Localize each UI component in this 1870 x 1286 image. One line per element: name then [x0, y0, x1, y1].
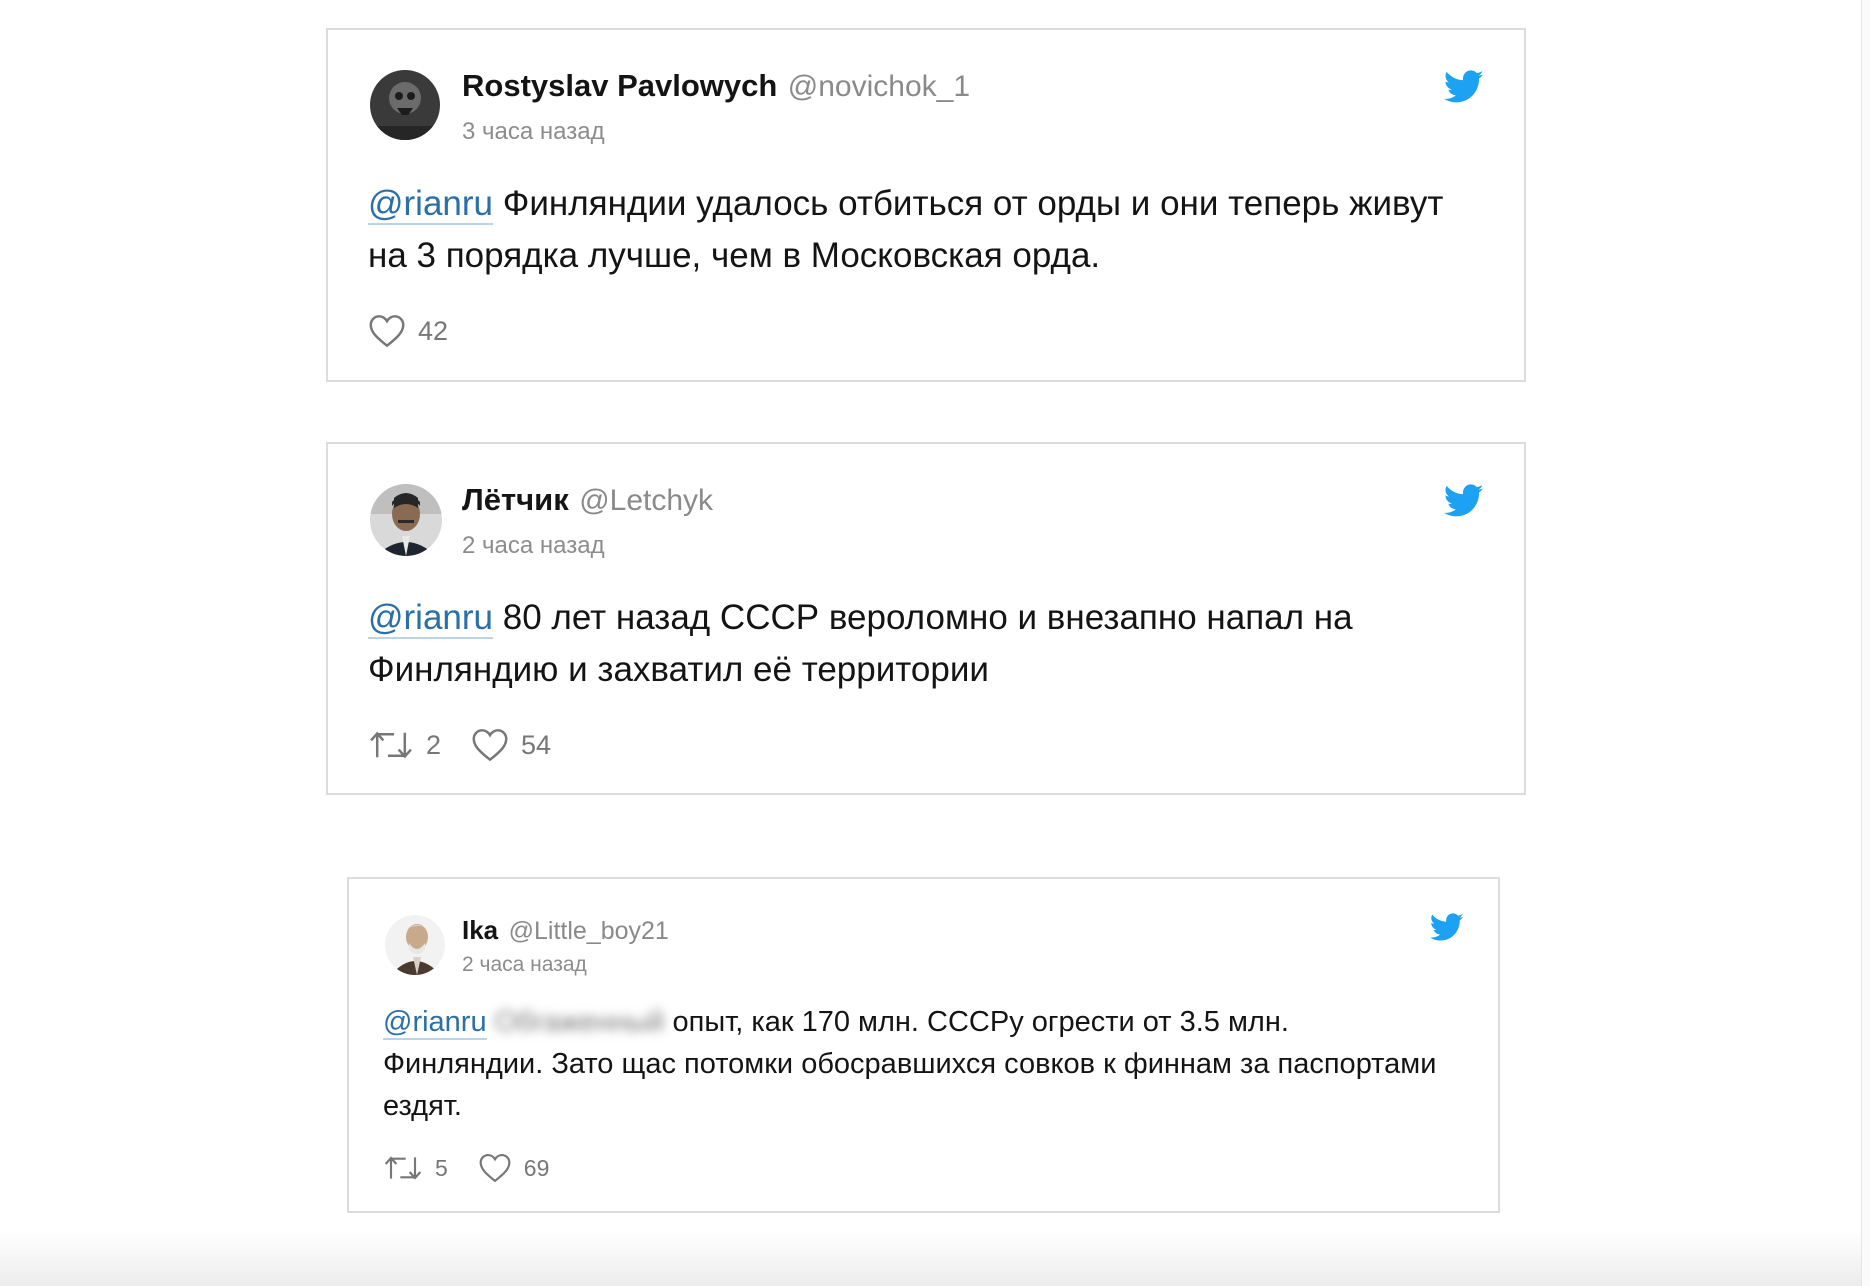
like-button[interactable]: 42	[368, 314, 448, 348]
like-button[interactable]: 69	[478, 1153, 550, 1183]
tweet-author: Ika @Little_boy21	[462, 915, 669, 946]
retweet-icon	[370, 731, 412, 759]
heart-icon	[369, 315, 405, 348]
tweet-author: Лётчик @Letchyk	[462, 482, 713, 518]
retweet-icon	[384, 1156, 422, 1180]
page: Rostyslav Pavlowych @novichok_1 3 часа н…	[0, 0, 1870, 1286]
tweet-actions: 5 69	[383, 1153, 579, 1183]
heart-icon	[479, 1153, 511, 1183]
like-count: 54	[521, 729, 552, 760]
like-count: 42	[418, 315, 449, 346]
avatar[interactable]	[370, 484, 442, 556]
bottom-shade	[0, 1232, 1870, 1286]
avatar[interactable]	[385, 915, 445, 975]
author-name[interactable]: Rostyslav Pavlowych	[462, 68, 777, 103]
twitter-bird-icon[interactable]	[1444, 484, 1484, 518]
tweet-author: Rostyslav Pavlowych @novichok_1	[462, 68, 970, 104]
author-name[interactable]: Ika	[462, 915, 498, 945]
tweet-timestamp[interactable]: 2 часа назад	[462, 532, 605, 560]
avatar[interactable]	[370, 70, 440, 140]
author-handle[interactable]: @Little_boy21	[509, 917, 669, 945]
tweet-timestamp[interactable]: 3 часа назад	[462, 118, 605, 146]
twitter-bird-icon[interactable]	[1430, 913, 1464, 942]
tweet-card: Лётчик @Letchyk 2 часа назад @rianru 80 …	[326, 442, 1526, 795]
tweet-card: Rostyslav Pavlowych @novichok_1 3 часа н…	[326, 28, 1526, 382]
heart-icon	[472, 729, 508, 762]
tweet-actions: 42	[368, 314, 478, 348]
like-count: 69	[523, 1154, 550, 1181]
tweet-body: 80 лет назад СССР вероломно и внезапно н…	[368, 598, 1353, 689]
tweet-text: @rianru Финляндии удалось отбиться от ор…	[368, 178, 1478, 282]
author-handle[interactable]: @Letchyk	[579, 484, 713, 517]
mention-link[interactable]: @rianru	[383, 1006, 487, 1040]
retweet-button[interactable]: 2	[368, 729, 441, 761]
mention-link[interactable]: @rianru	[368, 184, 494, 225]
retweet-button[interactable]: 5	[383, 1154, 448, 1182]
retweet-count: 2	[426, 729, 442, 760]
tweet-text: @rianru Обгаженный опыт, как 170 млн. СС…	[383, 1001, 1443, 1127]
mention-link[interactable]: @rianru	[368, 598, 494, 639]
retweet-count: 5	[435, 1154, 448, 1181]
like-button[interactable]: 54	[471, 728, 551, 762]
tweet-text: @rianru 80 лет назад СССР вероломно и вн…	[368, 592, 1478, 696]
blurred-word: Обгаженный	[494, 1006, 665, 1038]
scrollbar-track[interactable]	[1861, 0, 1870, 1286]
author-handle[interactable]: @novichok_1	[788, 70, 970, 103]
twitter-bird-icon[interactable]	[1444, 70, 1484, 104]
author-name[interactable]: Лётчик	[462, 482, 569, 517]
tweet-timestamp[interactable]: 2 часа назад	[462, 953, 587, 977]
tweet-card: Ika @Little_boy21 2 часа назад @rianru О…	[347, 877, 1500, 1213]
tweet-actions: 2 54	[368, 728, 581, 762]
tweet-body: Финляндии удалось отбиться от орды и они…	[368, 184, 1444, 275]
